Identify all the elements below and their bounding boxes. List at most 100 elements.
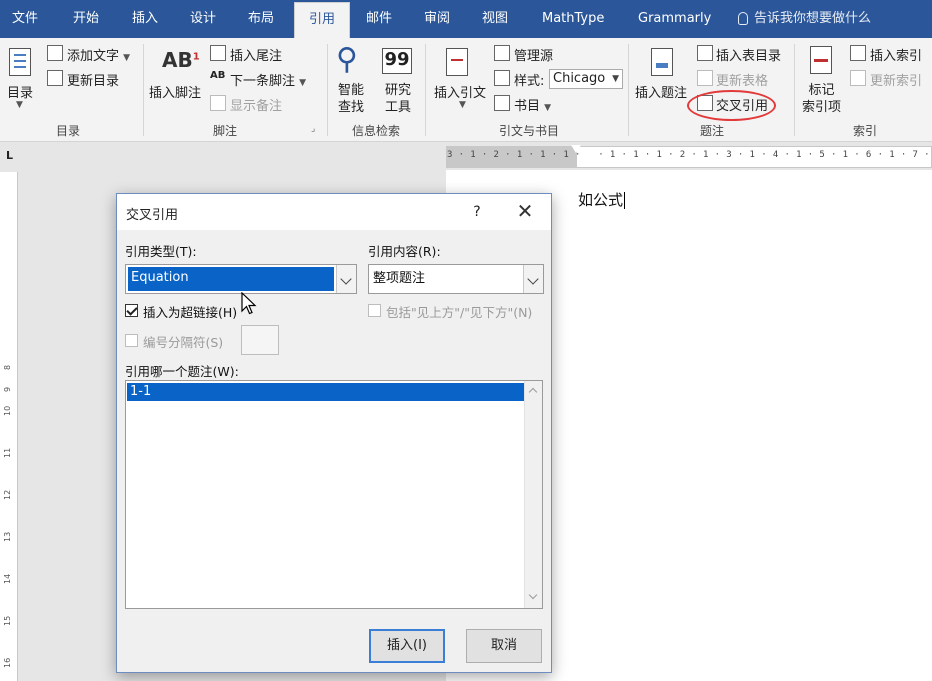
- vruler-number: 9: [3, 386, 12, 392]
- vruler-number: 10: [3, 405, 12, 416]
- chevron-down-icon[interactable]: [523, 265, 543, 293]
- researcher-label-1: 研究: [385, 83, 412, 98]
- list-item[interactable]: 1-1: [127, 383, 524, 401]
- close-button[interactable]: ✕: [513, 200, 537, 224]
- insert-index-button[interactable]: 插入索引: [870, 45, 922, 64]
- cancel-button[interactable]: 取消: [466, 629, 542, 663]
- horizontal-ruler[interactable]: 3 · 1 · 2 · 1 · 1 · 1 · · 1 · 1 · 1 · 2 …: [446, 145, 932, 168]
- style-label: 样式:: [514, 74, 545, 89]
- tab-grammarly[interactable]: Grammarly: [628, 0, 721, 38]
- reference-type-label: 引用类型(T):: [125, 244, 197, 259]
- group-separator: [628, 44, 629, 136]
- update-toc-button[interactable]: 更新目录: [67, 70, 119, 89]
- tab-design[interactable]: 设计: [180, 0, 226, 38]
- tab-view[interactable]: 视图: [472, 0, 518, 38]
- tell-me-search[interactable]: 告诉我你想要做什么: [738, 0, 871, 38]
- scroll-up-icon[interactable]: [528, 387, 538, 397]
- help-button[interactable]: ?: [465, 200, 489, 224]
- next-footnote-label: 下一条脚注: [230, 74, 296, 89]
- researcher-button[interactable]: 研究 工具: [385, 82, 411, 116]
- vruler-number: 11: [3, 447, 12, 458]
- mark-entry-button[interactable]: 标记 索引项: [802, 82, 841, 116]
- manage-sources-icon: [494, 45, 510, 61]
- insert-citation-caret-icon: ▼: [459, 100, 466, 110]
- chevron-down-icon: ▼: [612, 74, 619, 84]
- mouse-cursor-icon: [241, 292, 257, 315]
- update-table-button[interactable]: 更新表格: [716, 70, 768, 89]
- insert-hyperlink-checkbox[interactable]: [125, 304, 138, 317]
- vruler-number: 12: [3, 489, 12, 500]
- add-text-button[interactable]: 添加文字 ▼: [67, 45, 130, 64]
- citations-group-label: 引文与书目: [498, 124, 559, 138]
- group-separator: [794, 44, 795, 136]
- insert-caption-button[interactable]: 插入题注: [635, 82, 687, 101]
- include-above-below-label[interactable]: 包括"见上方"/"见下方"(N): [386, 302, 532, 321]
- add-text-icon: [47, 45, 63, 61]
- scroll-down-icon[interactable]: [528, 590, 538, 600]
- insert-hyperlink-label[interactable]: 插入为超链接(H): [143, 302, 237, 321]
- tab-home[interactable]: 开始: [63, 0, 109, 38]
- tab-layout[interactable]: 布局: [238, 0, 284, 38]
- reference-type-dropdown[interactable]: Equation: [125, 264, 357, 294]
- vertical-ruler[interactable]: 8 9 10 11 12 13 14 15 16: [0, 172, 18, 681]
- tab-file[interactable]: 文件: [2, 0, 48, 38]
- chevron-down-icon[interactable]: [336, 265, 356, 293]
- text-cursor: [624, 192, 626, 209]
- bibliography-icon: [494, 95, 510, 111]
- insert-button[interactable]: 插入(I): [369, 629, 445, 663]
- listbox-scrollbar[interactable]: [524, 381, 542, 608]
- citation-style-dropdown[interactable]: Chicago ▼: [549, 69, 623, 89]
- group-separator: [327, 44, 328, 136]
- group-separator: [143, 44, 144, 136]
- indent-marker-icon[interactable]: [571, 145, 581, 167]
- annotation-circle: [687, 90, 776, 121]
- toc-group-label: 目录: [55, 124, 80, 138]
- toc-button[interactable]: 目录: [7, 82, 33, 101]
- reference-type-value: Equation: [128, 267, 334, 291]
- mark-entry-label-2: 索引项: [802, 100, 842, 115]
- insert-endnote-icon: [210, 45, 226, 61]
- reference-content-value: 整项题注: [373, 271, 426, 286]
- footnotes-group-label: 脚注: [212, 124, 237, 138]
- tab-mathtype[interactable]: MathType: [532, 0, 614, 38]
- smart-lookup-label-2: 查找: [338, 100, 365, 115]
- captions-group-label: 题注: [699, 124, 724, 138]
- caption-listbox[interactable]: 1-1: [125, 380, 543, 609]
- insert-citation-button[interactable]: 插入引文: [434, 82, 486, 101]
- separate-numbers-checkbox[interactable]: [125, 334, 138, 347]
- update-index-button[interactable]: 更新索引: [870, 70, 922, 89]
- insert-endnote-button[interactable]: 插入尾注: [230, 45, 282, 64]
- insert-footnote-icon: AB1: [162, 48, 200, 72]
- citation-style-value: Chicago: [553, 71, 606, 86]
- vruler-number: 16: [3, 657, 12, 668]
- next-footnote-button[interactable]: 下一条脚注 ▼: [230, 70, 306, 89]
- separator-input[interactable]: [241, 325, 279, 355]
- separate-numbers-label[interactable]: 编号分隔符(S): [143, 332, 223, 351]
- reference-content-dropdown[interactable]: 整项题注: [368, 264, 544, 294]
- tab-references[interactable]: 引用: [294, 2, 350, 38]
- ribbon: 目录 ▼ 添加文字 ▼ 更新目录 目录 AB1 插入脚注 插入尾注 AB 下一条…: [0, 38, 932, 142]
- dialog-titlebar[interactable]: 交叉引用 ? ✕: [117, 194, 551, 230]
- show-notes-button[interactable]: 显示备注: [230, 95, 282, 114]
- tab-review[interactable]: 审阅: [414, 0, 460, 38]
- insert-table-of-figures-button[interactable]: 插入表目录: [716, 45, 781, 64]
- toc-caret-icon: ▼: [16, 100, 23, 110]
- which-caption-label: 引用哪一个题注(W):: [125, 364, 239, 379]
- bibliography-label: 书目: [514, 99, 541, 114]
- tab-selector[interactable]: L: [0, 143, 22, 171]
- smart-lookup-button[interactable]: 智能 查找: [338, 82, 364, 116]
- insert-caption-icon: [651, 48, 673, 76]
- manage-sources-button[interactable]: 管理源: [514, 45, 553, 64]
- dialog-launcher-icon[interactable]: ⌟: [311, 124, 315, 134]
- insert-index-icon: [850, 45, 866, 61]
- vruler-number: 15: [3, 615, 12, 626]
- tab-mailings[interactable]: 邮件: [356, 0, 402, 38]
- insert-footnote-button[interactable]: 插入脚注: [149, 82, 201, 101]
- bibliography-button[interactable]: 书目 ▼: [514, 95, 551, 114]
- include-above-below-checkbox[interactable]: [368, 304, 381, 317]
- researcher-icon: 99: [382, 48, 412, 74]
- vruler-number: 8: [3, 364, 12, 370]
- tab-insert[interactable]: 插入: [122, 0, 168, 38]
- insert-table-of-figures-icon: [697, 45, 713, 61]
- document-text[interactable]: 如公式: [578, 189, 626, 210]
